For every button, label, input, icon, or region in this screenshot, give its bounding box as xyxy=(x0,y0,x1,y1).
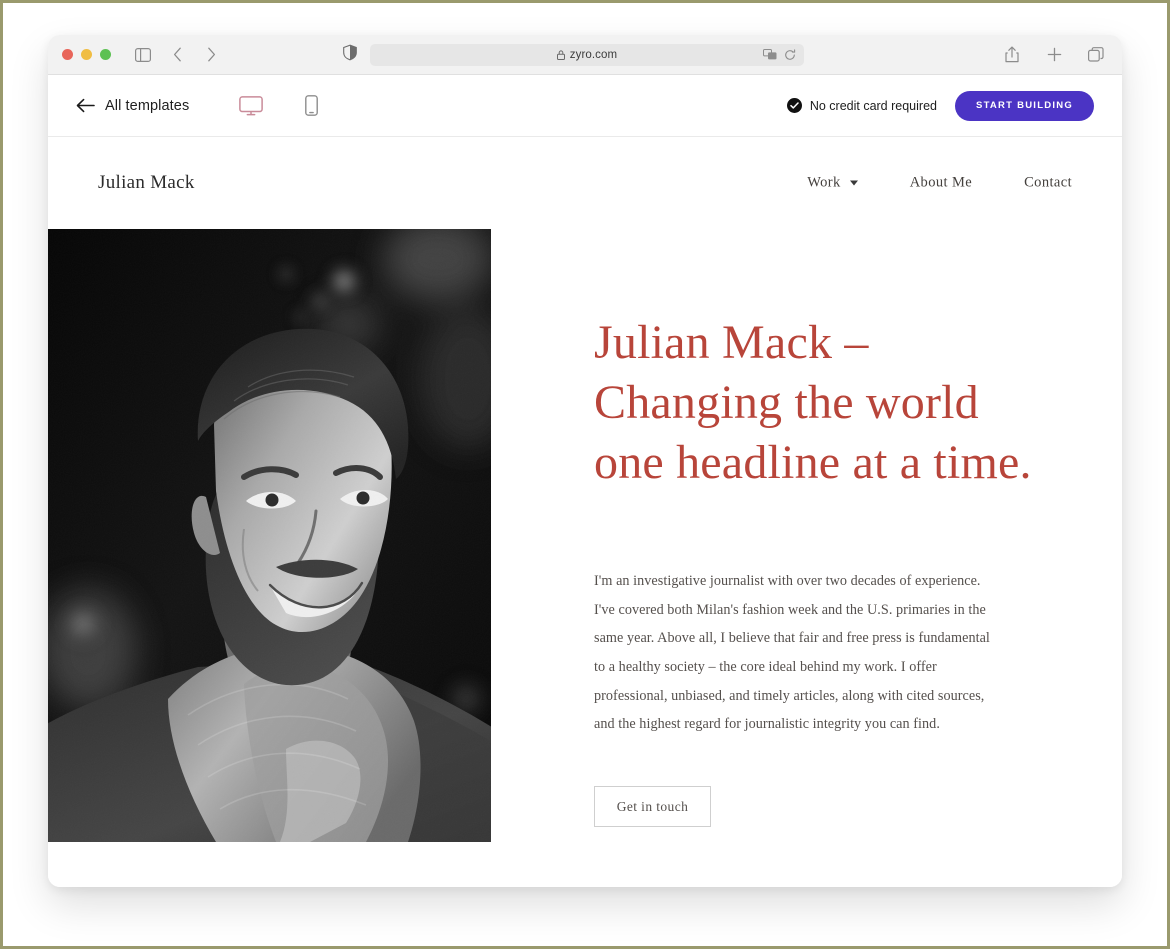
no-credit-card-label: No credit card required xyxy=(809,98,937,113)
check-circle-icon xyxy=(786,98,802,113)
no-credit-card-notice: No credit card required xyxy=(786,98,937,113)
portrait-illustration xyxy=(48,229,491,842)
browser-right-controls xyxy=(1002,45,1106,65)
hero-title: Julian Mack – Changing the world one hea… xyxy=(594,316,1032,489)
chevron-down-icon[interactable] xyxy=(849,180,858,186)
start-building-button[interactable]: START BUILDING xyxy=(954,90,1094,121)
share-icon[interactable] xyxy=(1002,45,1022,65)
close-window-button[interactable] xyxy=(62,49,73,60)
url-text: zyro.com xyxy=(569,48,618,61)
reload-icon[interactable] xyxy=(784,48,796,61)
browser-window: zyro.com All templates No credit card re… xyxy=(48,35,1122,887)
lock-icon xyxy=(556,49,565,60)
get-in-touch-button[interactable]: Get in touch xyxy=(594,786,711,828)
hero-content: Julian Mack – Changing the world one hea… xyxy=(491,229,1122,828)
nav-item-about-me[interactable]: About Me xyxy=(910,175,972,192)
zyro-toolbar: All templates No credit card required ST… xyxy=(48,75,1122,137)
sidebar-icon[interactable] xyxy=(133,45,153,65)
desktop-preview-icon[interactable] xyxy=(239,95,264,116)
browser-forward-icon[interactable] xyxy=(201,45,221,65)
browser-back-icon[interactable] xyxy=(167,45,187,65)
minimize-window-button[interactable] xyxy=(81,49,92,60)
nav-item-work-label: Work xyxy=(807,174,841,191)
nav-item-work[interactable]: Work xyxy=(807,174,858,192)
address-bar[interactable]: zyro.com xyxy=(370,43,804,66)
device-preview-toggles xyxy=(239,95,319,116)
browser-chrome-bar: zyro.com xyxy=(48,35,1122,75)
back-to-templates-icon[interactable] xyxy=(76,98,95,113)
site-preview: Julian Mack Work About Me Contact Julian… xyxy=(48,137,1122,887)
site-header: Julian Mack Work About Me Contact xyxy=(48,137,1122,229)
translate-icon[interactable] xyxy=(763,49,777,60)
window-traffic-lights xyxy=(62,49,111,60)
plus-icon[interactable] xyxy=(1044,45,1064,65)
site-navigation: Work About Me Contact xyxy=(807,175,1072,192)
address-bar-actions xyxy=(763,48,796,61)
hero-portrait-photo xyxy=(48,229,491,842)
mobile-preview-icon[interactable] xyxy=(305,95,319,116)
privacy-shield-icon[interactable] xyxy=(343,44,357,65)
browser-nav-controls xyxy=(133,45,221,65)
all-templates-label[interactable]: All templates xyxy=(105,98,189,114)
hero-body-text: I'm an investigative journalist with ove… xyxy=(594,573,990,733)
site-logo[interactable]: Julian Mack xyxy=(98,172,195,194)
zyro-toolbar-actions: No credit card required START BUILDING xyxy=(786,90,1094,121)
hero-section: Julian Mack – Changing the world one hea… xyxy=(48,229,1122,842)
nav-item-contact[interactable]: Contact xyxy=(1024,175,1072,192)
tab-overview-icon[interactable] xyxy=(1086,45,1106,65)
maximize-window-button[interactable] xyxy=(100,49,111,60)
